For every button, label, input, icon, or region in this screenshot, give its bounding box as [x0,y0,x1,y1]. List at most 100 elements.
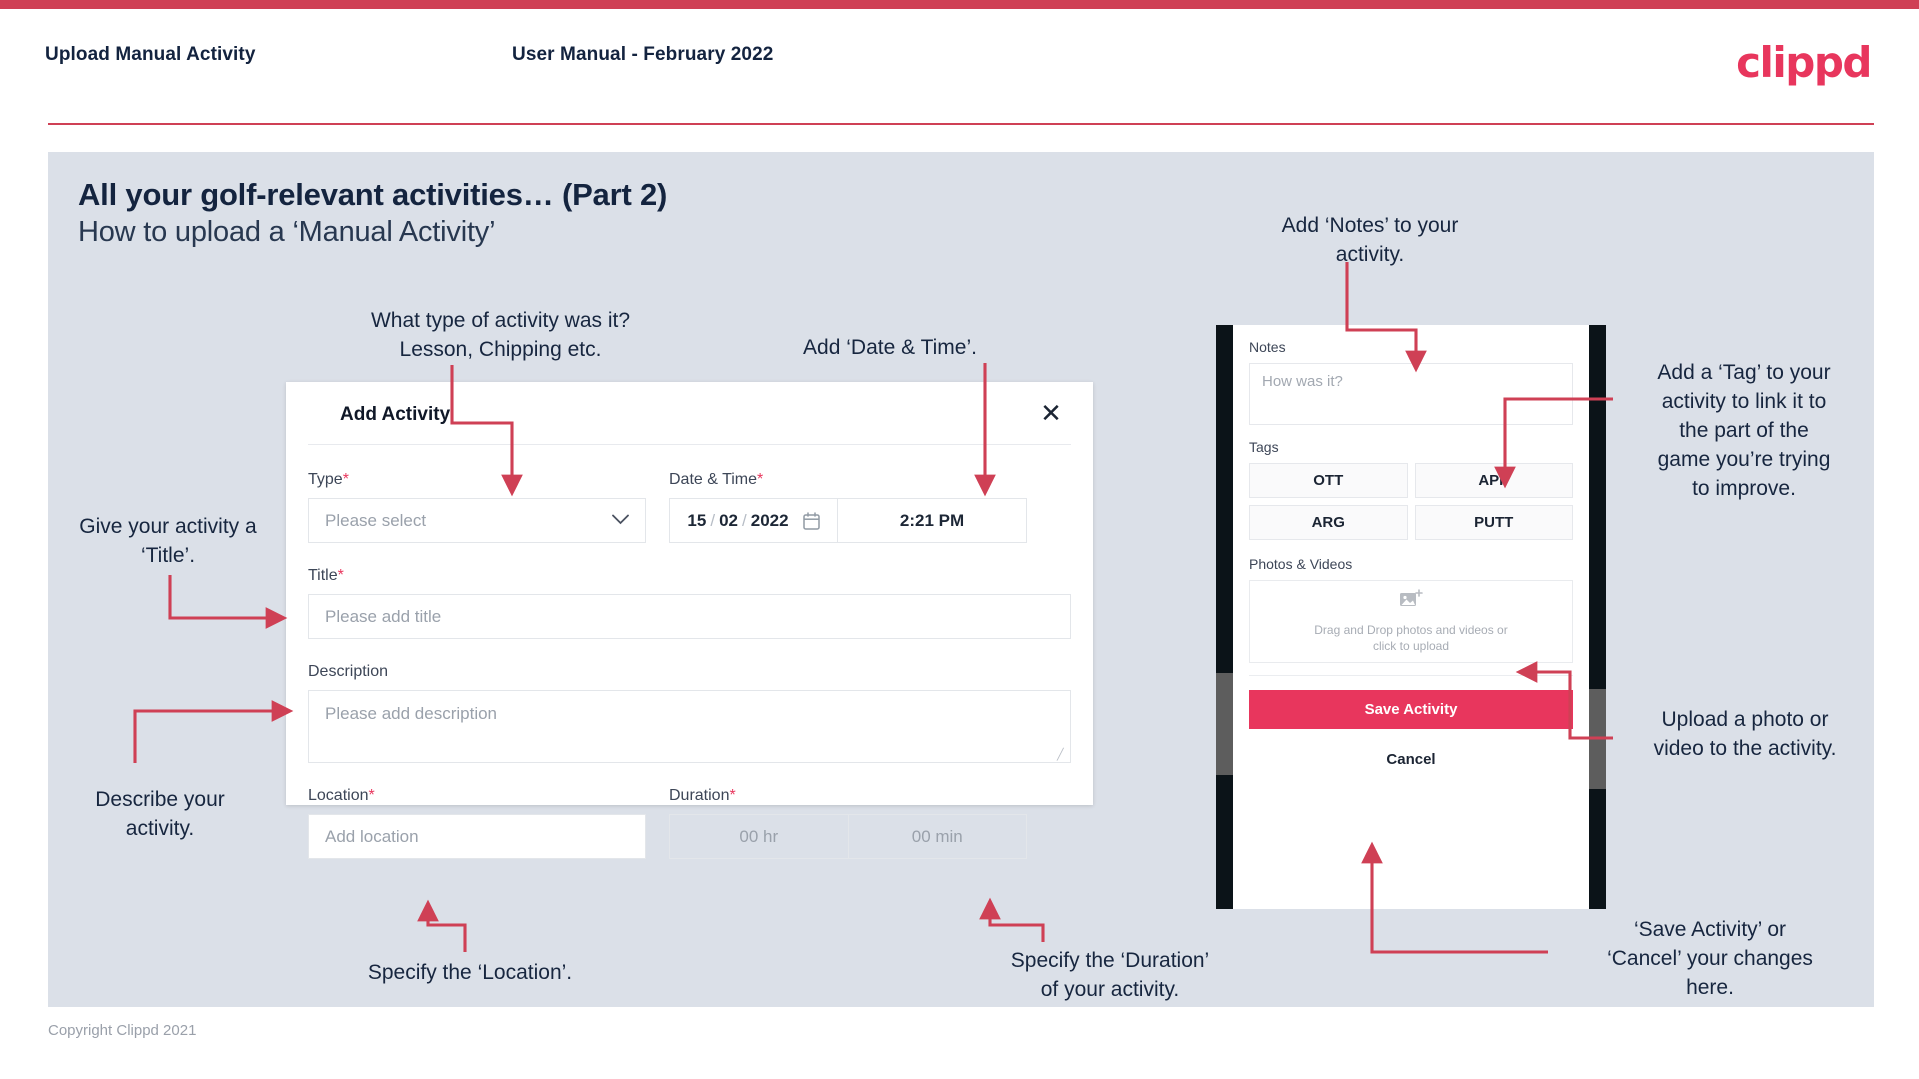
clippd-logo: clippd [1736,38,1872,87]
annotation-line: Upload a photo or [1661,708,1829,731]
photo-dropzone[interactable]: Drag and Drop photos and videos or click… [1249,580,1573,663]
mobile-preview: Notes How was it? Tags OTT APP ARG PUTT … [1216,325,1606,909]
annotation-line: ‘Cancel’ your changes [1607,947,1813,970]
date-year: 2022 [750,510,789,530]
required-marker: * [342,471,349,488]
location-field-group: Location* Add location [308,787,646,859]
notes-label: Notes [1249,339,1286,355]
phone-divider [1249,675,1573,676]
annotation-line: video to the activity. [1653,737,1837,760]
notes-placeholder: How was it? [1262,373,1343,390]
type-field-group: Type* Please select [308,471,646,543]
dropzone-text: Drag and Drop photos and videos or click… [1314,622,1507,654]
description-placeholder: Please add description [325,704,498,723]
top-accent-bar [0,0,1919,9]
tag-button-ott[interactable]: OTT [1249,463,1408,498]
annotation-line: Give your activity a [79,515,257,538]
resize-handle-icon[interactable]: ╱ [1057,750,1067,761]
annotation-save: ‘Save Activity’ or ‘Cancel’ your changes h… [1560,915,1860,1002]
phone-bezel-left [1216,325,1233,909]
cancel-button[interactable]: Cancel [1249,751,1573,768]
annotation-line: Add a ‘Tag’ to your [1657,361,1831,384]
tag-button-app[interactable]: APP [1414,463,1573,498]
required-marker: * [757,471,764,488]
dropzone-line-1: Drag and Drop photos and videos or [1314,623,1508,637]
title-field-group: Title* Please add title [308,567,1071,639]
close-icon[interactable]: ✕ [1036,399,1066,429]
location-input[interactable]: Add location [308,814,646,859]
annotation-notes: Add ‘Notes’ to your activity. [1240,211,1500,269]
annotation-line: Lesson, Chipping etc. [399,338,602,361]
annotation-line: activity. [1335,243,1405,266]
tags-label: Tags [1249,439,1279,455]
activity-form: Type* Please select Date & Time* 15 / 02… [308,444,1071,859]
title-label: Title* [308,567,1071,585]
dialog-title: Add Activity [340,404,451,425]
description-input[interactable]: Please add description ╱ [308,690,1071,763]
annotation-line: What type of activity was it? [370,309,631,332]
photos-label: Photos & Videos [1249,556,1353,572]
slide-page: Upload Manual Activity User Manual - Feb… [0,0,1919,1079]
annotation-line: Add ‘Date & Time’. [803,336,977,359]
date-input[interactable]: 15 / 02 / 2022 [669,498,837,543]
tag-button-arg[interactable]: ARG [1249,505,1408,540]
duration-label: Duration* [669,787,1027,805]
duration-minutes-input[interactable]: 00 min [847,814,1027,859]
location-label: Location* [308,787,646,805]
annotation-type: What type of activity was it? Lesson, Chi… [348,306,653,364]
phone-power-button-right [1589,689,1606,789]
required-marker: * [729,787,736,804]
duration-field-group: Duration* 00 hr 00 min [669,787,1027,859]
add-activity-dialog: Add Activity ✕ Type* Please select Date … [286,382,1093,859]
annotation-description: Describe your activity. [55,785,265,843]
location-label-text: Location [308,787,369,804]
date-sep-2: / [742,510,747,530]
annotation-upload: Upload a photo or video to the activity. [1620,705,1870,763]
page-subtitle: User Manual - February 2022 [512,44,774,65]
title-label-text: Title [308,567,338,584]
annotation-line: the part of the [1679,419,1809,442]
duration-hours-input[interactable]: 00 hr [669,814,848,859]
datetime-inputs: 15 / 02 / 2022 2:21 PM [669,498,1027,543]
tag-button-putt[interactable]: PUTT [1414,505,1573,540]
annotation-duration: Specify the ‘Duration’ of your activity. [960,946,1260,1004]
date-day: 15 [687,510,707,530]
type-label: Type* [308,471,646,489]
annotation-line: of your activity. [1040,978,1180,1001]
title-input[interactable]: Please add title [308,594,1071,639]
time-input[interactable]: 2:21 PM [837,498,1027,543]
dialog-header: Add Activity ✕ [286,382,1093,444]
page-title: Upload Manual Activity [45,44,256,65]
phone-volume-button-left [1216,673,1233,775]
datetime-label-text: Date & Time [669,471,758,488]
annotation-line: activity to link it to [1661,390,1827,413]
location-placeholder: Add location [325,826,419,846]
annotation-line: Specify the ‘Location’. [367,961,573,984]
datetime-field-group: Date & Time* 15 / 02 / 2022 2:21 PM [669,471,1027,543]
header-divider [48,123,1874,125]
duration-label-text: Duration [669,787,730,804]
date-sep-1: / [710,510,716,530]
annotation-line: Specify the ‘Duration’ [1010,949,1210,972]
type-select[interactable]: Please select [308,498,646,543]
annotation-line: ‘Title’. [140,544,196,567]
annotation-location: Specify the ‘Location’. [320,958,620,987]
chevron-down-icon [612,512,629,529]
annotation-line: game you’re trying [1657,448,1831,471]
calendar-icon[interactable] [802,511,820,530]
add-image-icon [1399,589,1423,615]
save-activity-button[interactable]: Save Activity [1249,690,1573,729]
required-marker: * [368,787,375,804]
description-field-group: Description Please add description ╱ [308,663,1071,763]
datetime-label: Date & Time* [669,471,1027,489]
date-month: 02 [719,510,738,530]
notes-input[interactable]: How was it? [1249,363,1573,425]
phone-bezel-right [1589,325,1606,909]
phone-screen: Notes How was it? Tags OTT APP ARG PUTT … [1233,325,1589,909]
annotation-datetime: Add ‘Date & Time’. [760,333,1020,362]
tags-grid: OTT APP ARG PUTT [1249,463,1573,540]
annotation-tags: Add a ‘Tag’ to your activity to link it t… [1620,358,1868,503]
annotation-line: here. [1686,976,1734,999]
description-label: Description [308,663,389,680]
annotation-title: Give your activity a ‘Title’. [48,512,288,570]
